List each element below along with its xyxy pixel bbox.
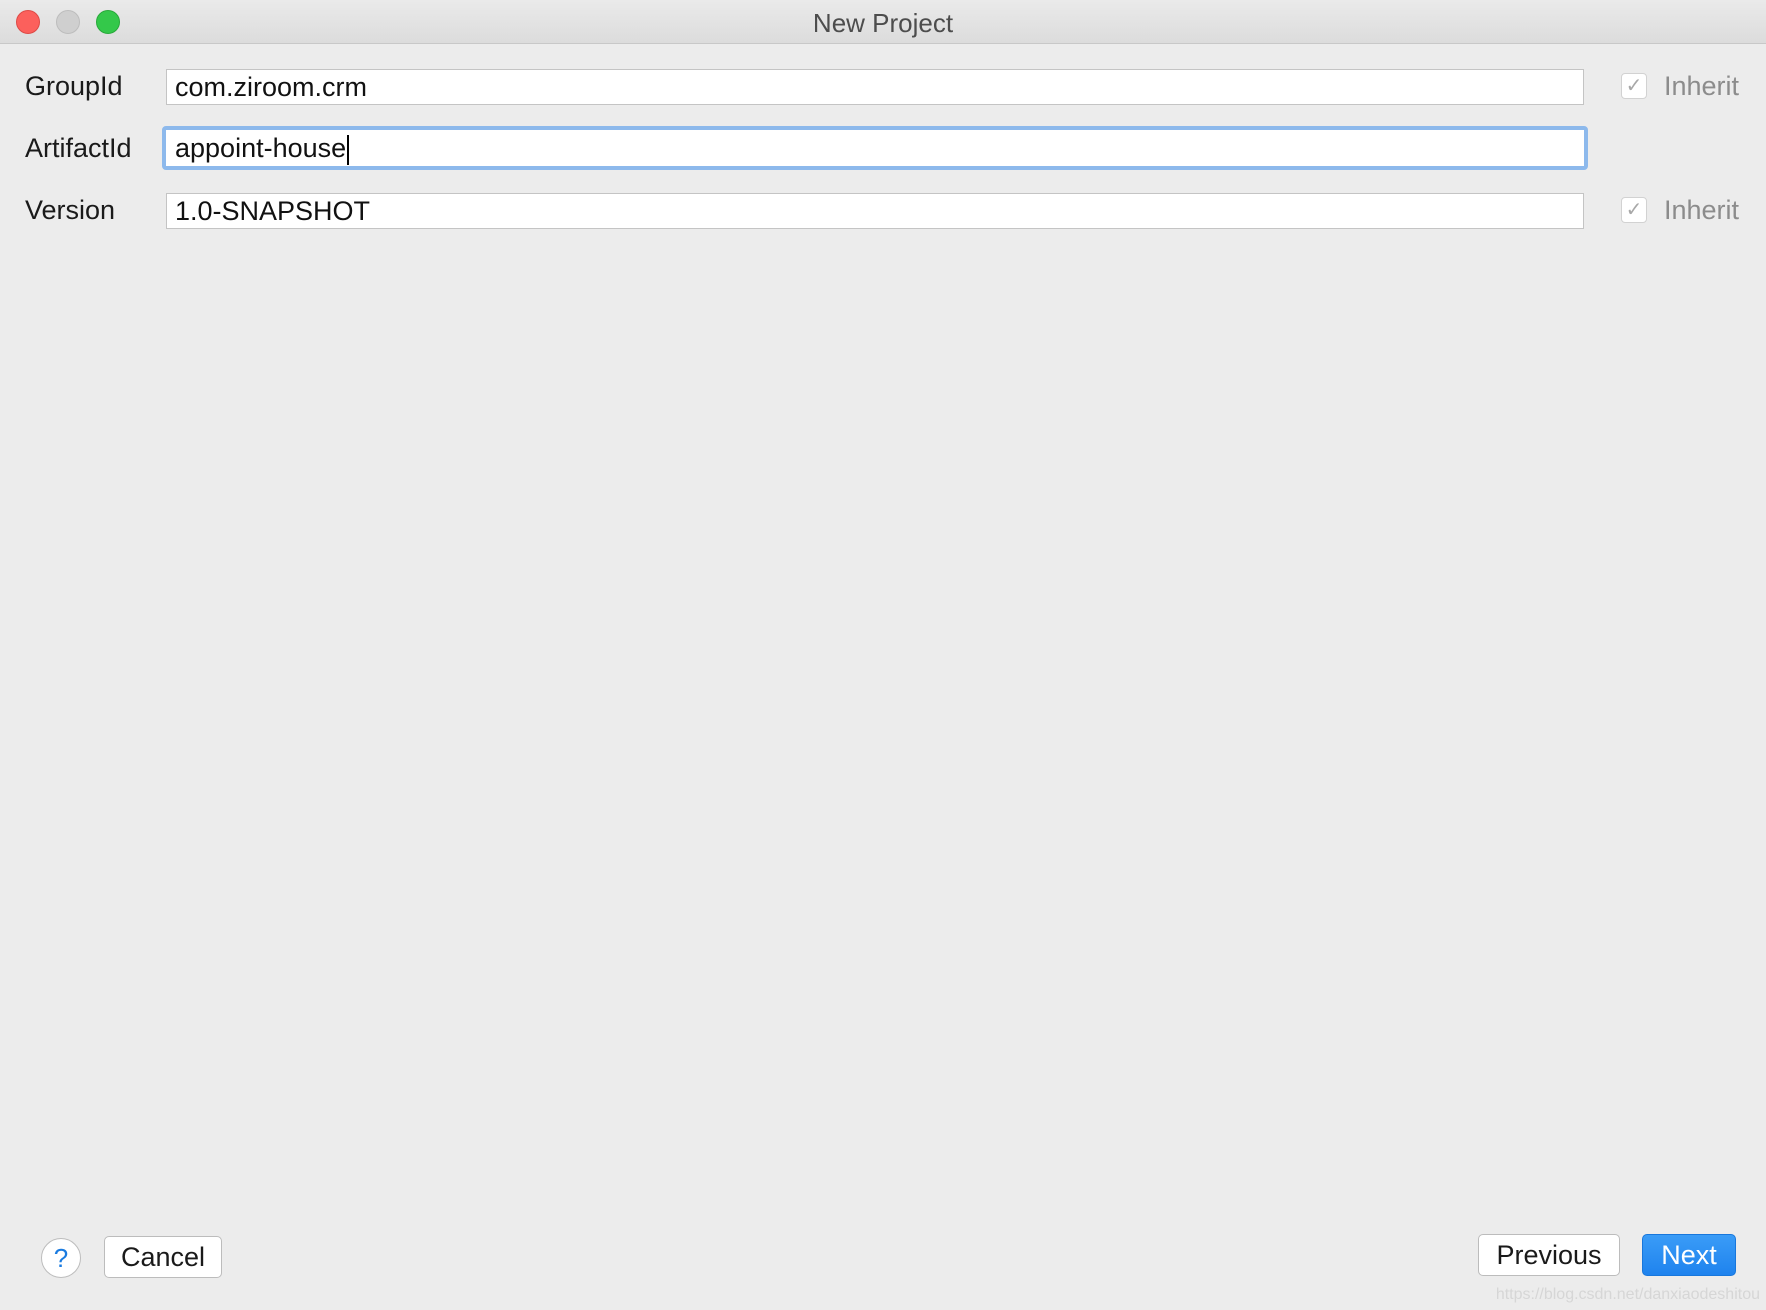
next-button[interactable]: Next (1642, 1234, 1736, 1276)
artifactid-label: ArtifactId (25, 133, 132, 163)
text-caret (347, 134, 350, 165)
checkmark-icon: ✓ (1625, 75, 1643, 97)
version-label: Version (25, 195, 116, 225)
version-value: 1.0-SNAPSHOT (175, 196, 371, 226)
cancel-button[interactable]: Cancel (104, 1236, 222, 1278)
groupid-inherit-checkbox[interactable]: ✓ (1621, 73, 1647, 99)
version-inherit-label: Inherit (1664, 195, 1740, 225)
groupid-input[interactable]: com.ziroom.crm (166, 69, 1584, 105)
groupid-inherit-label: Inherit (1664, 71, 1740, 101)
checkmark-icon: ✓ (1625, 199, 1643, 221)
artifactid-value: appoint-house (175, 133, 347, 163)
artifactid-input[interactable]: appoint-house (162, 126, 1588, 170)
new-project-dialog: New Project GroupId com.ziroom.crm ✓ Inh… (0, 0, 1766, 1310)
version-input[interactable]: 1.0-SNAPSHOT (166, 193, 1584, 229)
version-inherit-checkbox[interactable]: ✓ (1621, 197, 1647, 223)
help-icon: ? (53, 1243, 69, 1273)
watermark: https://blog.csdn.net/danxiaodeshitou (1495, 1286, 1760, 1303)
help-button[interactable]: ? (41, 1238, 81, 1278)
groupid-label: GroupId (25, 71, 123, 101)
title-bar: New Project (0, 0, 1766, 44)
previous-button[interactable]: Previous (1478, 1234, 1620, 1276)
groupid-value: com.ziroom.crm (175, 72, 368, 102)
window-title: New Project (812, 8, 954, 38)
